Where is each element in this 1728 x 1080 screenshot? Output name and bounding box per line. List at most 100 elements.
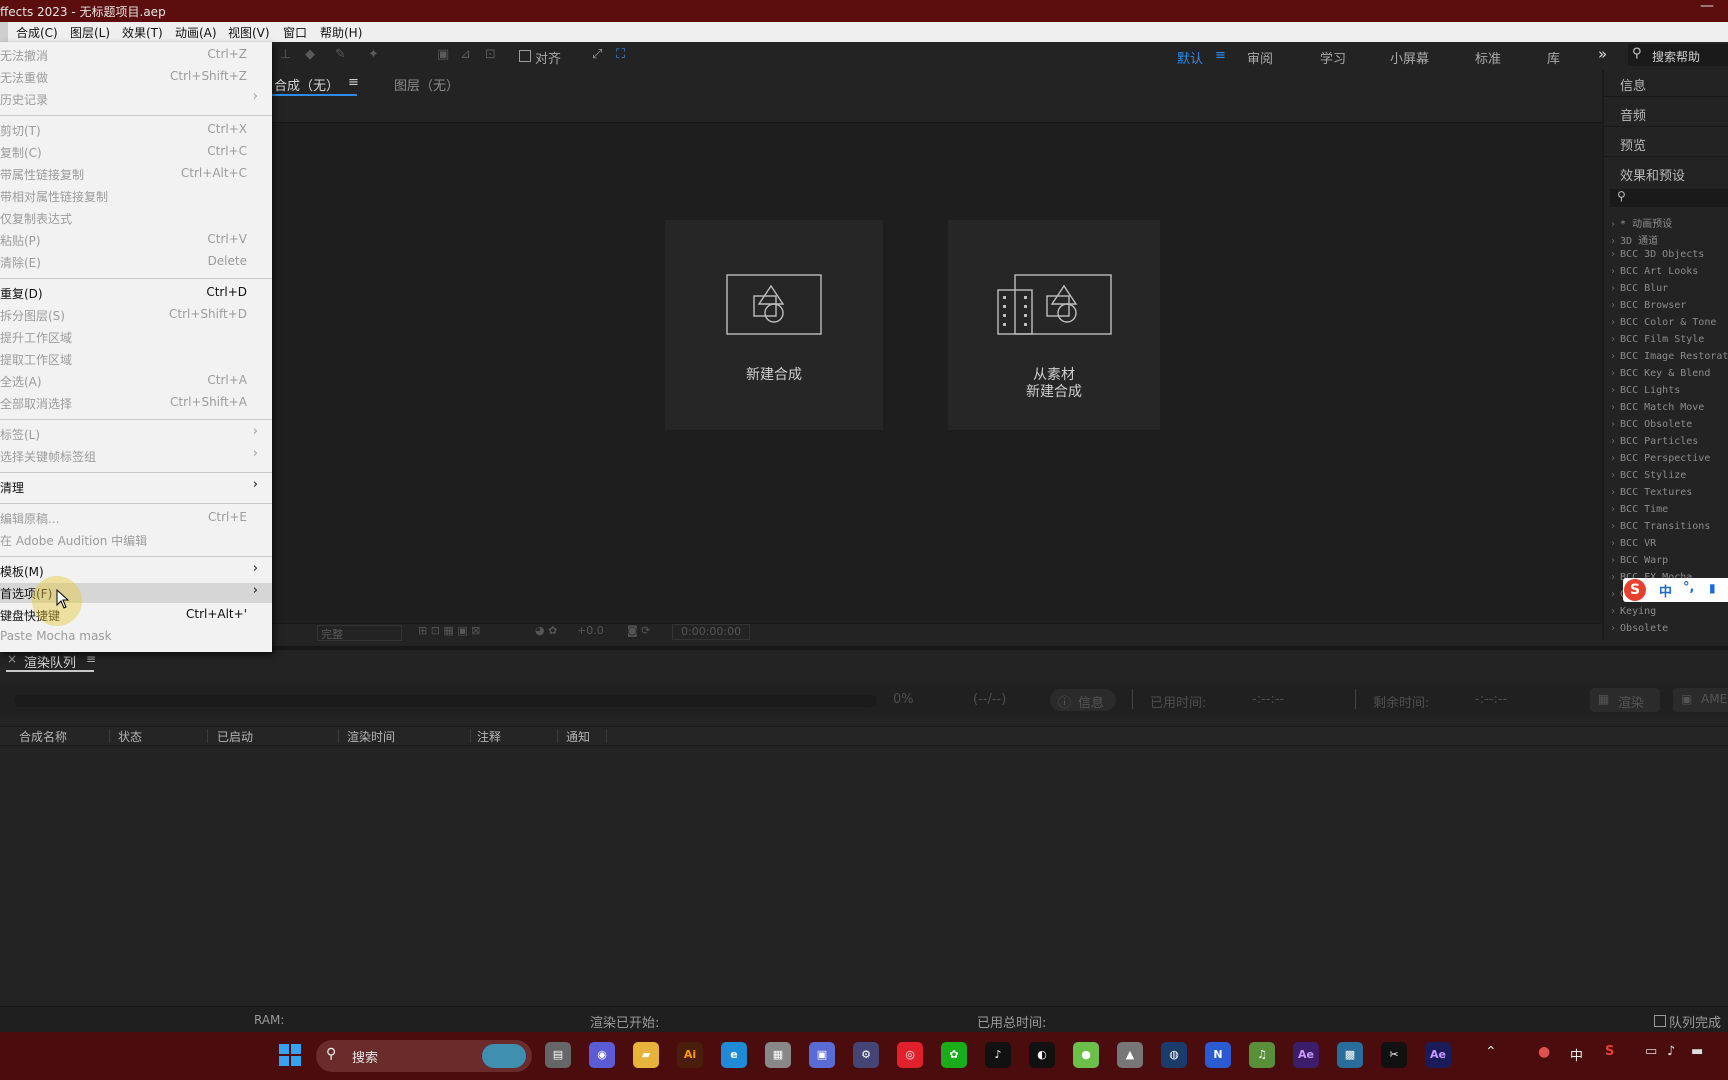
tray-mic-icon[interactable]: ● xyxy=(1538,1044,1550,1060)
menu-layer[interactable]: 图层(L) xyxy=(70,24,110,41)
workspace-menu-icon[interactable]: ≡ xyxy=(1215,48,1226,63)
color-icon[interactable]: ◕ ✿ xyxy=(535,624,557,637)
teams-icon[interactable]: ◉ xyxy=(589,1042,615,1068)
chevron-right-icon[interactable]: › xyxy=(1610,538,1616,549)
ime-lang[interactable]: 中 xyxy=(1659,581,1672,600)
new-composition-card[interactable]: 新建合成 xyxy=(665,220,883,430)
col-notify[interactable]: 通知 xyxy=(566,728,590,745)
tiktok-icon[interactable]: ♪ xyxy=(985,1042,1011,1068)
effect-category-item[interactable]: › BCC Blur xyxy=(1610,283,1668,294)
effect-category-item[interactable]: › BCC Time xyxy=(1610,504,1668,515)
local-axis-icon[interactable]: ⊿ xyxy=(460,47,471,62)
effect-category-item[interactable]: › BCC Transitions xyxy=(1610,521,1710,532)
illustrator-icon[interactable]: Ai xyxy=(677,1042,703,1068)
effect-category-item[interactable]: › BCC Browser xyxy=(1610,300,1686,311)
wechat-icon[interactable]: ✿ xyxy=(941,1042,967,1068)
chevron-right-icon[interactable]: › xyxy=(1610,623,1616,634)
effect-category-item[interactable]: › 3D 通道 xyxy=(1610,232,1658,247)
chevron-right-icon[interactable]: › xyxy=(1610,283,1616,294)
menu-item-12[interactable]: 重复(D) Ctrl+D xyxy=(0,283,272,303)
col-comment[interactable]: 注释 xyxy=(477,728,501,745)
workspace-library[interactable]: 库 xyxy=(1547,48,1560,67)
effect-category-item[interactable]: › * 动画预设 xyxy=(1610,215,1672,230)
steam-icon[interactable]: ◍ xyxy=(1161,1042,1187,1068)
effect-category-item[interactable]: › BCC Image Restorat xyxy=(1610,351,1728,362)
store-icon[interactable]: ▦ xyxy=(765,1042,791,1068)
menu-composition[interactable]: 合成(C) xyxy=(16,24,58,41)
panel-info[interactable]: 信息 xyxy=(1620,75,1646,94)
menu-view[interactable]: 视图(V) xyxy=(228,24,270,41)
effect-category-item[interactable]: › Keying xyxy=(1610,606,1656,617)
snap-icon[interactable]: ⤢ xyxy=(592,47,602,62)
info-button[interactable]: ⓘ 信息 xyxy=(1050,689,1116,711)
roto-tool-icon[interactable]: ✎ xyxy=(335,47,346,62)
windows-start-icon[interactable] xyxy=(279,1044,301,1066)
col-status[interactable]: 状态 xyxy=(118,728,142,745)
chevron-right-icon[interactable]: › xyxy=(1610,555,1616,566)
menu-window[interactable]: 窗口 xyxy=(283,24,307,41)
workspace-small-screen[interactable]: 小屏幕 xyxy=(1390,48,1429,67)
render-button[interactable]: ▦ 渲染 xyxy=(1590,688,1660,712)
tray-network-icon[interactable]: ▭ xyxy=(1645,1044,1657,1059)
effect-category-item[interactable]: › BCC Obsolete xyxy=(1610,419,1692,430)
effects-search-input[interactable]: ⚲ xyxy=(1610,189,1728,207)
col-render-time[interactable]: 渲染时间 xyxy=(347,728,395,745)
effect-category-item[interactable]: › BCC Color & Tone xyxy=(1610,317,1716,328)
chevron-right-icon[interactable]: › xyxy=(1610,504,1616,515)
netease-music-icon[interactable]: ◎ xyxy=(897,1042,923,1068)
nk-icon[interactable]: N xyxy=(1205,1042,1231,1068)
chevron-right-icon[interactable]: › xyxy=(1610,236,1616,247)
puppet-tool-icon[interactable]: ✦ xyxy=(368,47,379,62)
tray-sogou-icon[interactable]: S xyxy=(1605,1044,1614,1059)
chevron-right-icon[interactable]: › xyxy=(1610,470,1616,481)
capcut-icon[interactable]: ✂ xyxy=(1381,1042,1407,1068)
folder-icon[interactable]: ▰ xyxy=(633,1042,659,1068)
panel-preview[interactable]: 预览 xyxy=(1620,135,1646,154)
search-help-field[interactable]: ⚲ 搜索帮助 xyxy=(1628,44,1728,66)
tray-volume-icon[interactable]: ♪ xyxy=(1667,1044,1675,1059)
chevron-right-icon[interactable]: › xyxy=(1610,419,1616,430)
chevron-right-icon[interactable]: › xyxy=(1610,572,1616,583)
chevron-right-icon[interactable]: › xyxy=(1610,368,1616,379)
axis-tool-icon[interactable]: ▣ xyxy=(437,47,449,62)
tray-battery-icon[interactable]: ▬ xyxy=(1691,1044,1703,1059)
menu-effect[interactable]: 效果(T) xyxy=(122,24,163,41)
workspace-more-icon[interactable]: » xyxy=(1598,45,1607,63)
effect-category-item[interactable]: › BCC Perspective xyxy=(1610,453,1710,464)
chevron-right-icon[interactable]: › xyxy=(1610,385,1616,396)
chevron-right-icon[interactable]: › xyxy=(1610,606,1616,617)
tab-composition-menu-icon[interactable]: ≡ xyxy=(348,75,359,90)
ame-button[interactable]: ▣ AME xyxy=(1673,688,1728,712)
ae-icon[interactable]: Ae xyxy=(1293,1042,1319,1068)
chevron-right-icon[interactable]: › xyxy=(1610,317,1616,328)
effect-category-item[interactable]: › BCC Stylize xyxy=(1610,470,1686,481)
col-comp-name[interactable]: 合成名称 xyxy=(19,728,67,745)
chevron-right-icon[interactable]: › xyxy=(1610,402,1616,413)
workspace-standard[interactable]: 标准 xyxy=(1475,48,1501,67)
resolution-dropdown[interactable]: 完整 xyxy=(317,625,402,641)
effect-category-item[interactable]: › BCC Art Looks xyxy=(1610,266,1698,277)
effect-category-item[interactable]: › BCC Film Style xyxy=(1610,334,1704,345)
minimize-button[interactable]: — xyxy=(1700,0,1714,14)
effect-category-item[interactable]: › BCC VR xyxy=(1610,538,1656,549)
ime-toolbar[interactable]: S 中 °, ▮ xyxy=(1623,578,1728,602)
new-comp-from-footage-card[interactable]: 从素材 新建合成 xyxy=(948,220,1160,430)
edge-icon[interactable]: e xyxy=(721,1042,747,1068)
chevron-right-icon[interactable]: › xyxy=(1610,487,1616,498)
region-icon[interactable]: ⊞ ⊡ ▦ ▣ ⊠ xyxy=(418,624,480,637)
chevron-right-icon[interactable]: › xyxy=(1610,453,1616,464)
chevron-right-icon[interactable]: › xyxy=(1610,300,1616,311)
effect-category-item[interactable]: › BCC Warp xyxy=(1610,555,1668,566)
effect-category-item[interactable]: › BCC Textures xyxy=(1610,487,1692,498)
workspace-default[interactable]: 默认 xyxy=(1177,48,1203,67)
chevron-right-icon[interactable]: › xyxy=(1610,266,1616,277)
col-started[interactable]: 已启动 xyxy=(217,728,253,745)
chevron-right-icon[interactable]: › xyxy=(1610,249,1616,260)
qq-icon[interactable]: ◐ xyxy=(1029,1042,1055,1068)
settings-icon[interactable]: ⚙ xyxy=(853,1042,879,1068)
ime-punct[interactable]: °, xyxy=(1683,580,1694,595)
menu-edit-active[interactable] xyxy=(0,22,8,42)
effect-category-item[interactable]: › BCC Particles xyxy=(1610,436,1698,447)
tray-lang[interactable]: 中 xyxy=(1570,1045,1583,1064)
effect-category-item[interactable]: › BCC 3D Objects xyxy=(1610,249,1704,260)
